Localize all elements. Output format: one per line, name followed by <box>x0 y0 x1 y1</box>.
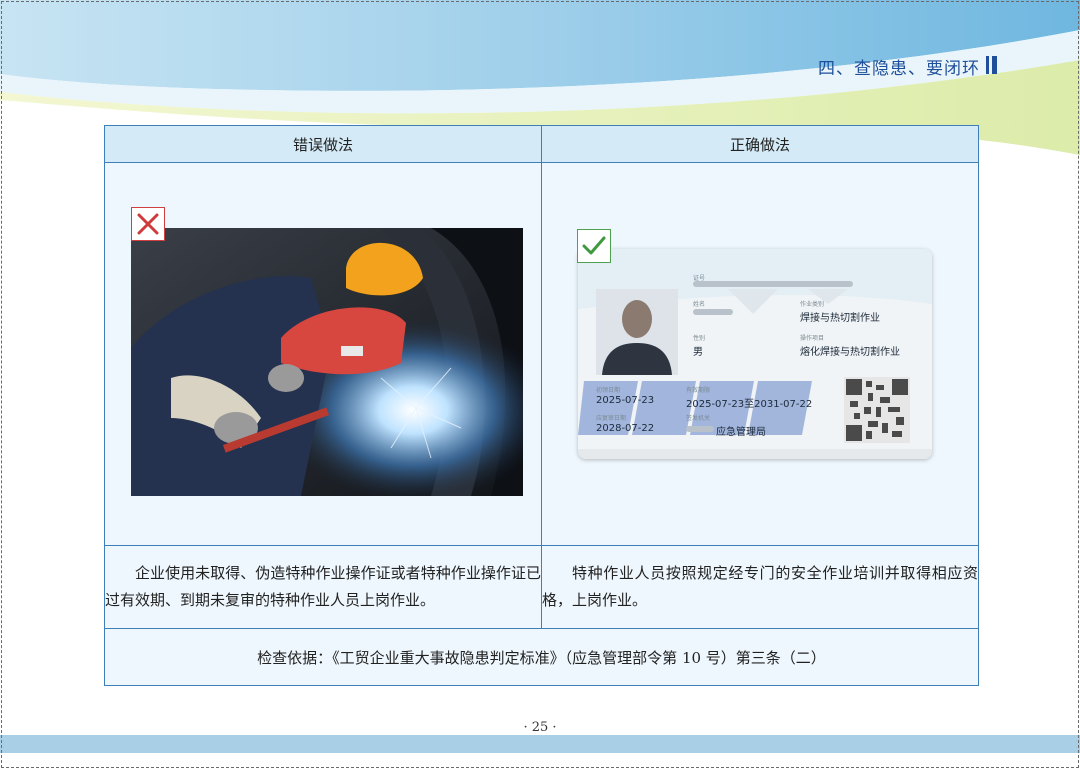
blurred-name <box>693 309 733 315</box>
basis-row: 检查依据：《工贸企业重大事故隐患判定标准》（应急管理部令第 10 号）第三条（二… <box>104 628 979 686</box>
card-label-authority: 签发机关 <box>686 415 711 422</box>
column-header-wrong: 错误做法 <box>104 125 542 163</box>
card-label-item: 操作项目 <box>800 335 825 342</box>
footer-band <box>0 735 1080 753</box>
inspection-basis: 检查依据：《工贸企业重大事故隐患判定标准》（应急管理部令第 10 号）第三条（二… <box>104 628 979 686</box>
right-description: 特种作业人员按照规定经专门的安全作业培训并取得相应资格，上岗作业。 <box>541 545 979 629</box>
card-label-validity: 有效期限 <box>686 387 711 394</box>
section-title: 四、查隐患、要闭环 <box>818 59 980 79</box>
wrong-description: 企业使用未取得、伪造特种作业操作证或者特种作业操作证已过有效期、到期未复审的特种… <box>104 545 542 629</box>
page-number: · 25 · <box>523 720 557 735</box>
card-gender: 男 <box>693 347 703 358</box>
right-image-cell: 证号 姓名 作业类别 焊接与热切割作业 性别 男 操作项目 熔化焊接与热切割作业… <box>541 162 979 546</box>
wrong-image-cell <box>104 162 542 546</box>
title-bar-icon <box>986 56 998 74</box>
card-label-review: 应复审日期 <box>596 415 627 422</box>
comparison-table: 错误做法 正确做法 证号 姓名 作业类别 焊接与热切割作业 性别 男 操作项目 … <box>104 125 979 686</box>
card-operation-category: 焊接与热切割作业 <box>800 313 880 324</box>
card-label-gender: 性别 <box>693 335 706 342</box>
card-first-issue-date: 2025-07-23 <box>596 395 655 406</box>
special-operation-certificate-card: 证号 姓名 作业类别 焊接与热切割作业 性别 男 操作项目 熔化焊接与热切割作业… <box>578 249 932 459</box>
card-validity: 2025-07-23至2031-07-22 <box>686 399 813 410</box>
table-header-row: 错误做法 正确做法 <box>104 125 979 163</box>
card-label-name: 姓名 <box>693 301 706 308</box>
column-header-right: 正确做法 <box>541 125 979 163</box>
cross-icon <box>131 207 165 241</box>
qr-code <box>844 377 910 443</box>
card-label-category: 作业类别 <box>800 301 825 308</box>
blurred-id-number <box>693 281 853 287</box>
check-icon <box>577 229 611 263</box>
card-label-first-issue: 初领日期 <box>596 387 621 394</box>
id-photo-portrait <box>596 289 678 375</box>
card-operation-item: 熔化焊接与热切割作业 <box>800 347 900 358</box>
welder-without-certificate-photo <box>131 228 523 496</box>
blurred-authority-prefix <box>686 426 714 432</box>
image-row: 证号 姓名 作业类别 焊接与热切割作业 性别 男 操作项目 熔化焊接与热切割作业… <box>104 162 979 546</box>
card-issuing-authority: 应急管理局 <box>716 427 766 438</box>
description-row: 企业使用未取得、伪造特种作业操作证或者特种作业操作证已过有效期、到期未复审的特种… <box>104 545 979 629</box>
card-review-date: 2028-07-22 <box>596 423 655 434</box>
